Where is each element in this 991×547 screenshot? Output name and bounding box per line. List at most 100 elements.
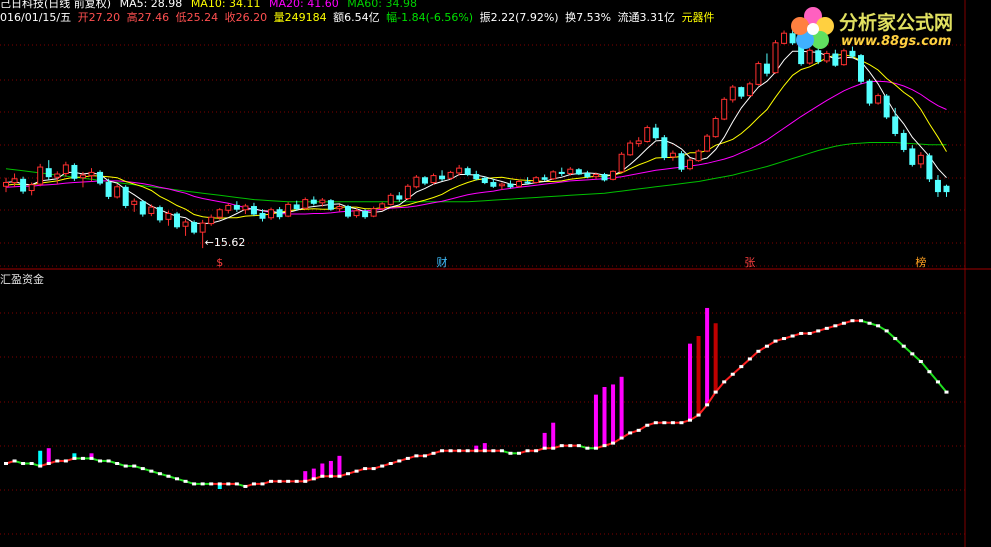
indicator-dot [534,449,539,453]
indicator-dot [388,462,393,465]
indicator-dot [397,459,402,463]
candle [883,95,890,118]
indicator-dot [260,482,265,486]
indicator-dot [653,421,658,425]
indicator-dot [21,462,26,465]
quote-turnover: 换7.53% [565,11,612,24]
candle [242,205,249,211]
candle [319,199,326,204]
indicator-dot [175,477,179,481]
indicator-dot [893,337,898,341]
indicator-bar [611,384,616,444]
indicator-dot [46,462,51,465]
logo-name: 分析家公式网 [839,12,954,34]
candle [575,169,582,175]
candle [866,80,873,104]
indicator-dot [585,446,590,450]
indicator-dot [816,329,821,333]
indicator-dot [157,472,162,476]
indicator-bar [46,448,51,464]
candle [712,118,719,138]
indicator-title: 汇盈资金 [0,273,44,286]
candle [114,186,121,198]
indicator-bar [602,387,607,446]
indicator-dot [311,477,316,481]
grid [0,0,991,547]
indicator-dot [576,444,581,448]
indicator-dot [628,431,633,435]
candle [678,153,685,170]
ma10-polyline [5,53,947,219]
indicator-dot [183,479,188,483]
candle [310,199,317,204]
ma10-line [5,53,947,219]
indicator-dot [593,446,598,450]
candle [379,203,386,210]
indicator-dot [474,449,479,453]
candle [704,135,711,152]
candle [11,178,18,184]
indicator-dot [286,479,291,483]
candle [276,209,283,218]
candle [62,164,69,174]
indicator-dot [405,456,410,460]
candle [54,173,61,178]
candle [516,180,522,187]
indicator-dot [269,479,274,483]
quote-volume: 量249184 [273,11,327,24]
chart-canvas: ←15.62 $ 财 张 榜 [0,0,991,547]
indicator-dot [209,482,214,486]
candle [165,212,172,220]
candle [550,171,557,180]
quote-row: 016/01/15/五 开27.20 高27.46 低25.24 收26.20 … [0,9,718,25]
candle [285,203,292,217]
candle [721,98,728,120]
candle [345,206,351,217]
candle [191,222,198,233]
indicator-dot [38,464,43,468]
candle [327,200,334,210]
indicator-dot [619,436,624,440]
candle [259,212,266,219]
candle [498,183,505,187]
indicator-dot [422,454,427,458]
indicator-dot [320,474,325,478]
site-logo[interactable]: 分析家公式网 www.88gs.com [787,0,987,60]
indicator-dot [841,321,846,325]
indicator-dot [910,352,915,356]
candle [430,175,437,184]
indicator-dot [72,456,77,460]
indicator-dot [482,449,487,453]
indicator-dot [89,456,94,460]
candle [268,209,275,219]
candle [439,175,446,180]
indicator-dot [63,459,68,463]
indicator-bar [337,455,342,477]
quote-open: 开27.20 [77,11,121,24]
indicator-bar [688,343,692,421]
indicator-dot [876,324,881,328]
indicator-dot [730,372,735,376]
candle [353,210,360,217]
indicator-dot [927,370,932,374]
candle [71,164,78,179]
indicator-dot [713,390,718,394]
indicator-bar [328,460,333,477]
candle [909,148,916,165]
quote-change: 幅-1.84(-6.56%) [386,11,474,24]
candle [362,210,369,218]
candle [148,206,155,214]
ma20-polyline [5,80,947,215]
candle [541,177,548,180]
indicator-dot [525,449,530,453]
indicator-dot [645,423,650,427]
candle [926,155,933,180]
indicator-dot [833,324,838,328]
candle [336,206,343,210]
indicator-dot [234,482,239,486]
quote-float: 流通3.31亿 [617,11,676,24]
indicator-dot [782,337,787,341]
indicator-dot [226,482,231,486]
candle [481,177,488,184]
indicator-bar [619,376,624,438]
